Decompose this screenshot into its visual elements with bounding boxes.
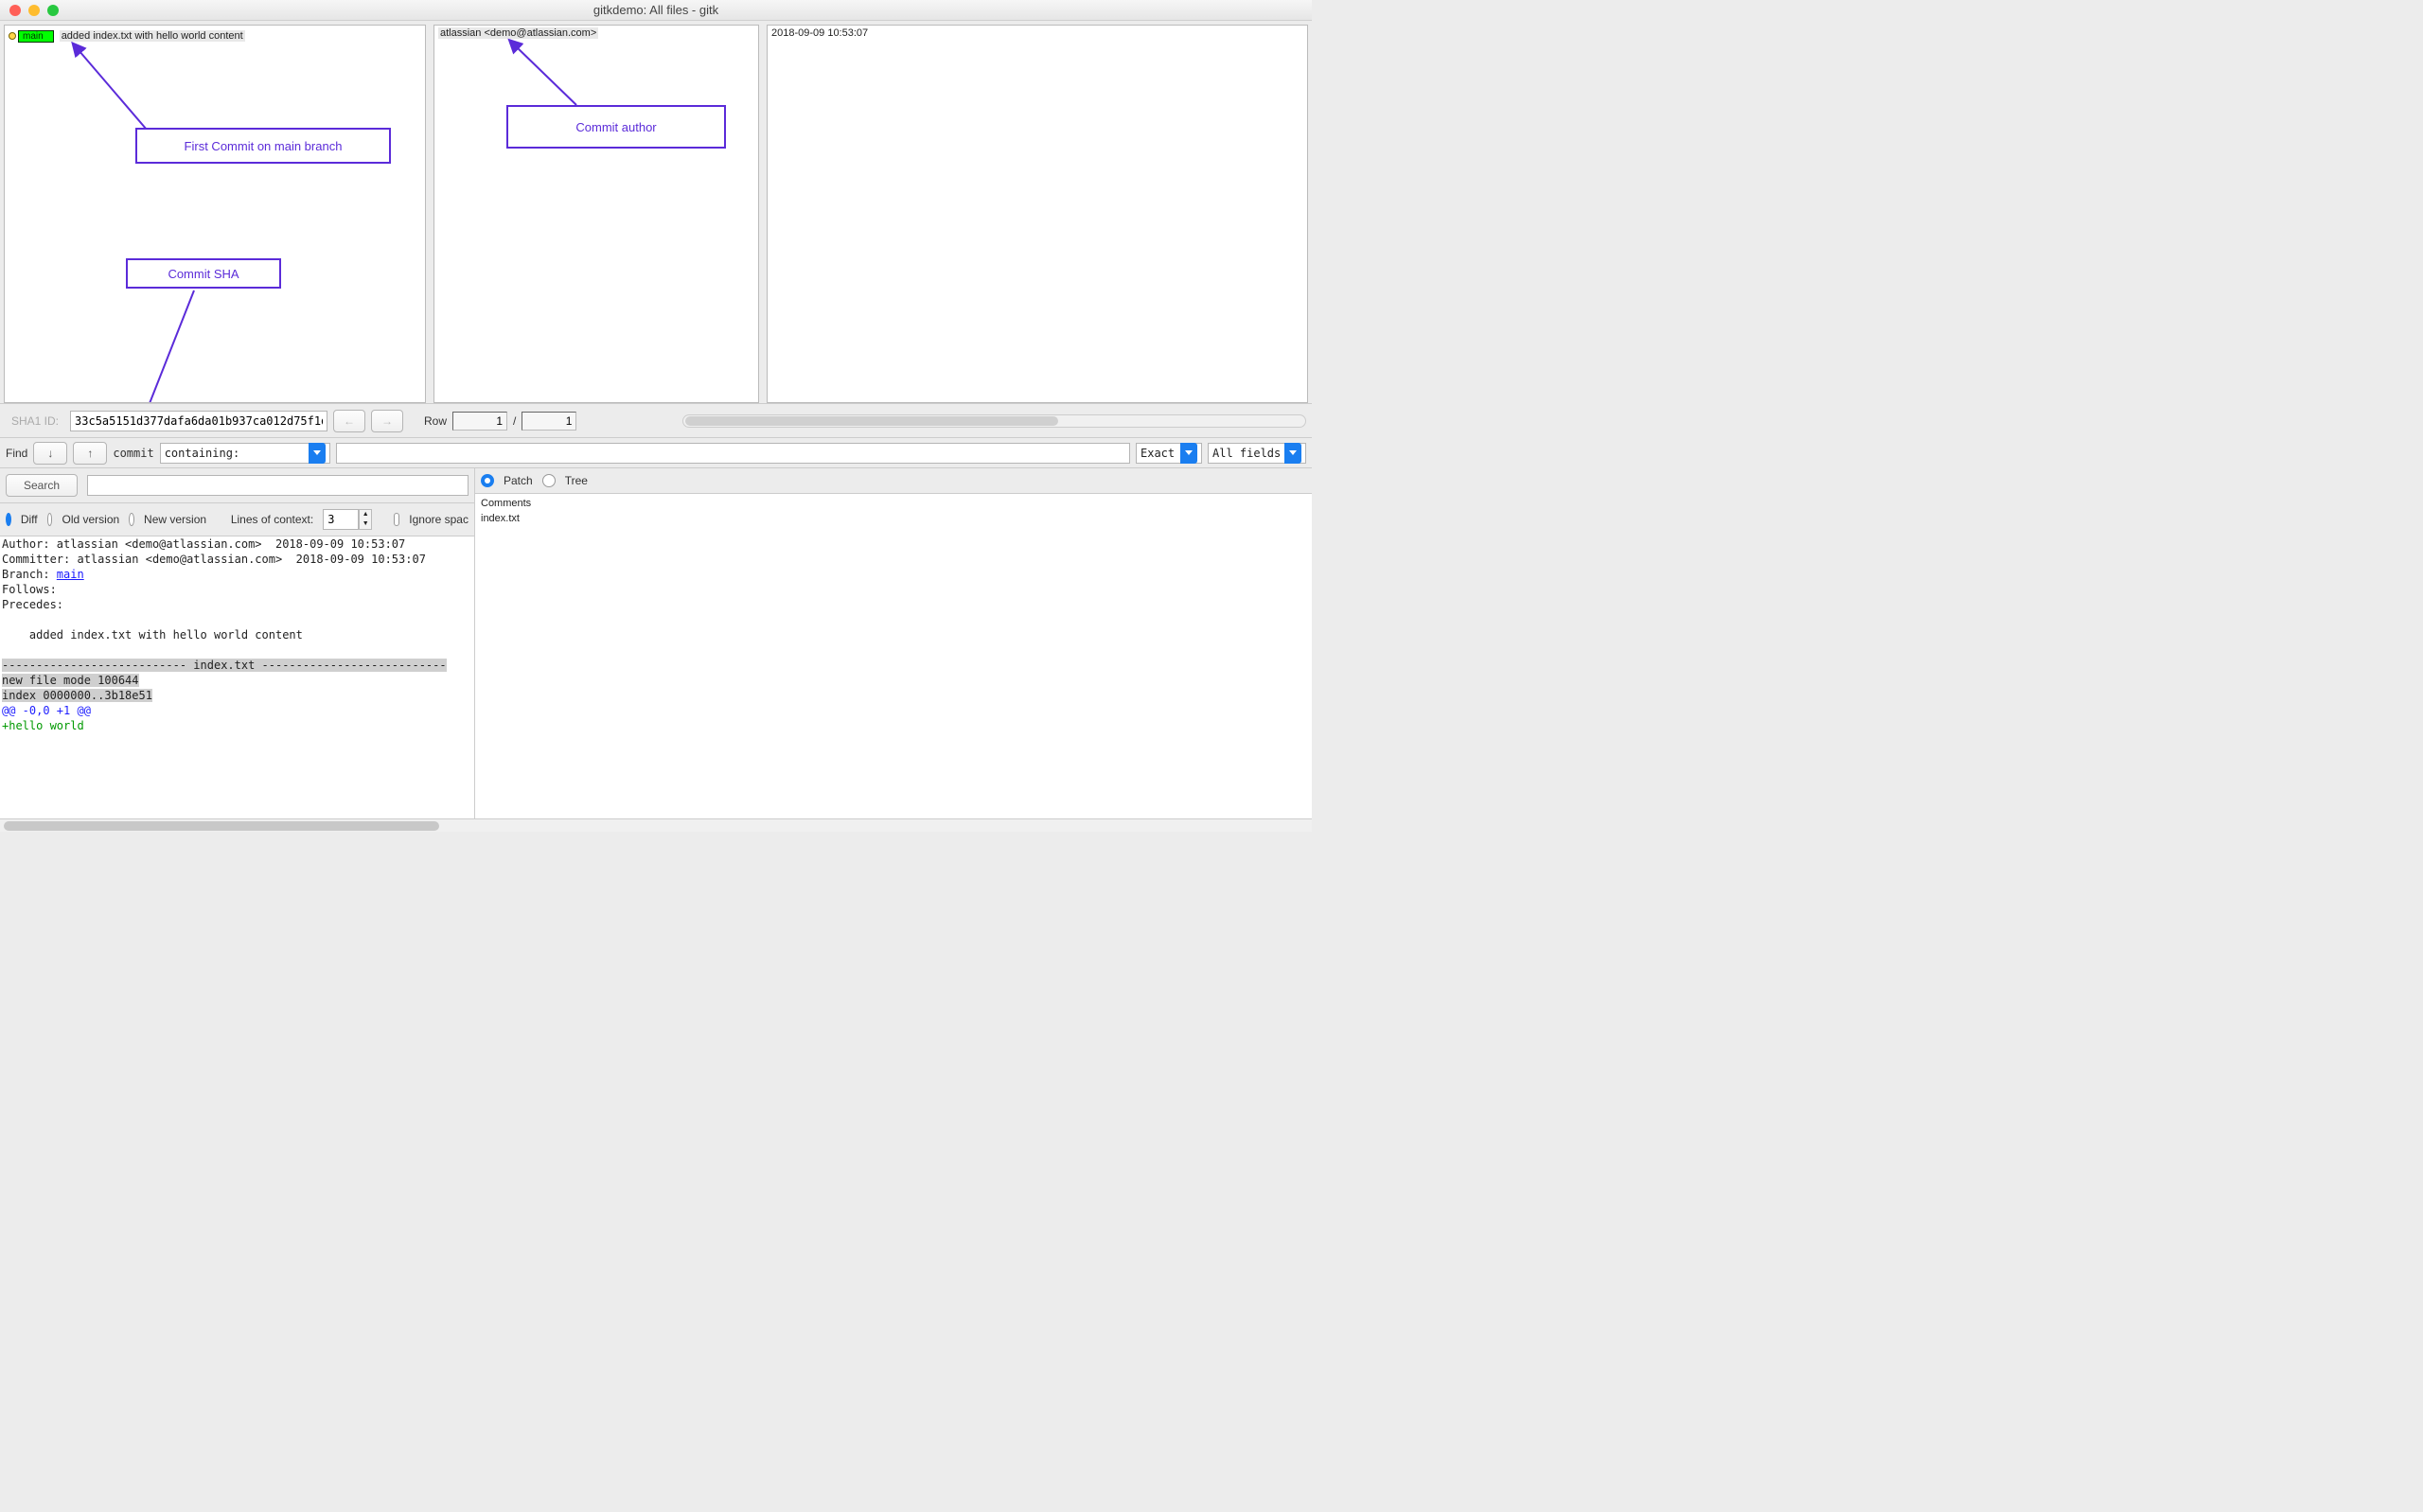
commit-date: 2018-09-09 10:53:07 bbox=[768, 26, 1307, 41]
annotation-commit-sha: Commit SHA bbox=[126, 258, 281, 289]
find-match-select[interactable]: Exact bbox=[1136, 443, 1202, 464]
sha-id-field[interactable] bbox=[70, 411, 327, 431]
branch-tag[interactable]: main bbox=[18, 30, 54, 43]
find-scope: commit bbox=[113, 447, 153, 460]
annotation-commit-author: Commit author bbox=[506, 105, 726, 149]
date-pane[interactable]: 2018-09-09 10:53:07 bbox=[767, 25, 1308, 403]
row-current-field[interactable] bbox=[452, 412, 507, 431]
commit-author: atlassian <demo@atlassian.com> bbox=[438, 27, 598, 39]
new-version-radio[interactable] bbox=[129, 513, 134, 526]
file-entry[interactable]: index.txt bbox=[481, 511, 1306, 526]
search-button[interactable]: Search bbox=[6, 474, 78, 497]
row-total-field bbox=[522, 412, 576, 431]
commit-row[interactable]: main added index.txt with hello world co… bbox=[5, 27, 425, 44]
commit-graph-pane[interactable]: main added index.txt with hello world co… bbox=[4, 25, 426, 403]
ignore-space-checkbox[interactable] bbox=[394, 513, 399, 526]
patch-radio[interactable] bbox=[481, 474, 494, 487]
row-label: Row bbox=[424, 414, 447, 428]
diff-commit-message: added index.txt with hello world content bbox=[2, 628, 303, 642]
find-fields-select[interactable]: All fields bbox=[1208, 443, 1306, 464]
diff-view[interactable]: Author: atlassian <demo@atlassian.com> 2… bbox=[0, 536, 474, 818]
dropdown-caret-icon bbox=[309, 443, 326, 464]
window-titlebar: gitkdemo: All files - gitk bbox=[0, 0, 1312, 21]
diff-file-separator: --------------------------- index.txt --… bbox=[2, 659, 447, 672]
bottom-scrollbar[interactable] bbox=[0, 818, 1312, 832]
window-title: gitkdemo: All files - gitk bbox=[0, 3, 1312, 17]
commit-message: added index.txt with hello world content bbox=[60, 30, 245, 42]
diff-added-line: +hello world bbox=[2, 719, 84, 732]
commit-node-icon bbox=[9, 32, 16, 40]
diff-radio[interactable] bbox=[6, 513, 11, 526]
prev-commit-button[interactable]: ← bbox=[333, 410, 365, 432]
annotation-first-commit: First Commit on main branch bbox=[135, 128, 391, 164]
minimize-window-button[interactable] bbox=[28, 5, 40, 16]
row-separator: / bbox=[513, 414, 516, 428]
tree-radio-label: Tree bbox=[565, 474, 588, 487]
find-next-button[interactable]: ↓ bbox=[33, 442, 67, 465]
dropdown-caret-icon bbox=[1284, 443, 1301, 464]
diff-index-line: index 0000000..3b18e51 bbox=[2, 689, 152, 702]
tree-radio[interactable] bbox=[542, 474, 556, 487]
diff-radio-label: Diff bbox=[21, 513, 38, 526]
diff-author-line: Author: atlassian <demo@atlassian.com> 2… bbox=[2, 537, 405, 551]
file-list-view[interactable]: Comments index.txt bbox=[475, 494, 1312, 818]
diff-branch-label: Branch: bbox=[2, 568, 57, 581]
zoom-window-button[interactable] bbox=[47, 5, 59, 16]
old-version-label: Old version bbox=[62, 513, 119, 526]
ignore-space-label: Ignore spac bbox=[409, 513, 469, 526]
find-label: Find bbox=[6, 447, 27, 460]
annotation-arrow bbox=[71, 44, 156, 139]
find-mode-value: containing: bbox=[165, 447, 307, 460]
annotation-arrow bbox=[510, 43, 595, 111]
find-prev-button[interactable]: ↑ bbox=[73, 442, 107, 465]
lines-context-field[interactable] bbox=[323, 509, 359, 530]
search-field[interactable] bbox=[87, 475, 469, 496]
lines-context-label: Lines of context: bbox=[231, 513, 313, 526]
diff-committer-line: Committer: atlassian <demo@atlassian.com… bbox=[2, 553, 426, 566]
lines-context-stepper[interactable]: ▲▼ bbox=[359, 509, 372, 530]
diff-branch-link[interactable]: main bbox=[57, 568, 84, 581]
diff-mode-line: new file mode 100644 bbox=[2, 674, 139, 687]
comments-entry[interactable]: Comments bbox=[481, 496, 1306, 511]
author-pane[interactable]: atlassian <demo@atlassian.com> Commit au… bbox=[433, 25, 759, 403]
find-mode-select[interactable]: containing: bbox=[160, 443, 330, 464]
new-version-label: New version bbox=[144, 513, 206, 526]
close-window-button[interactable] bbox=[9, 5, 21, 16]
find-match-value: Exact bbox=[1141, 447, 1178, 460]
sha-label: SHA1 ID: bbox=[6, 414, 64, 428]
old-version-radio[interactable] bbox=[47, 513, 53, 526]
patch-radio-label: Patch bbox=[504, 474, 533, 487]
dropdown-caret-icon bbox=[1180, 443, 1197, 464]
diff-precedes: Precedes: bbox=[2, 598, 63, 611]
find-text-field[interactable] bbox=[336, 443, 1130, 464]
diff-hunk-header: @@ -0,0 +1 @@ bbox=[2, 704, 91, 717]
find-fields-value: All fields bbox=[1212, 447, 1282, 460]
horizontal-scrollbar[interactable] bbox=[682, 414, 1306, 428]
annotation-arrow bbox=[137, 289, 213, 403]
diff-follows: Follows: bbox=[2, 583, 57, 596]
next-commit-button[interactable]: → bbox=[371, 410, 403, 432]
